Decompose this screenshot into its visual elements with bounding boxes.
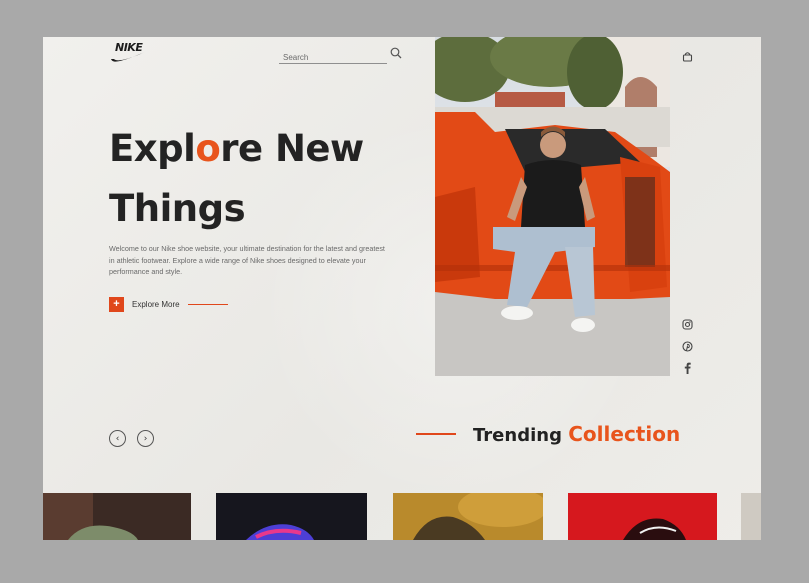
nike-logo[interactable]: NIKE bbox=[109, 41, 149, 64]
product-card-3[interactable] bbox=[393, 493, 543, 540]
explore-underline bbox=[187, 303, 228, 306]
shoe-image-1 bbox=[43, 493, 191, 540]
product-card-4[interactable] bbox=[568, 493, 717, 540]
search-icon[interactable] bbox=[390, 47, 402, 59]
carousel-next-button[interactable]: › bbox=[137, 430, 154, 447]
carousel-prev-button[interactable]: ‹ bbox=[109, 430, 126, 447]
hero-description: Welcome to our Nike shoe website, your u… bbox=[109, 244, 385, 276]
search-box[interactable] bbox=[279, 47, 387, 64]
instagram-icon[interactable] bbox=[682, 319, 693, 330]
side-icon-column bbox=[670, 37, 706, 540]
trending-title: Trending Collection bbox=[473, 422, 680, 446]
hero-photo bbox=[435, 37, 670, 376]
trending-title-accent: Collection bbox=[568, 422, 681, 446]
product-card-1[interactable] bbox=[43, 493, 191, 540]
bag-icon[interactable] bbox=[682, 51, 693, 62]
website-screen: NIKE Explore New Things Welcome to our N… bbox=[43, 37, 761, 540]
plus-icon: + bbox=[109, 297, 124, 312]
facebook-icon[interactable] bbox=[683, 362, 692, 374]
explore-more-button[interactable]: + Explore More bbox=[109, 297, 228, 312]
shoe-image-4 bbox=[568, 493, 717, 540]
hero-title: Explore New Things bbox=[109, 119, 364, 239]
trending-accent-line bbox=[416, 433, 456, 435]
hero-title-part1: Expl bbox=[109, 127, 196, 170]
hero-title-line2: Things bbox=[109, 187, 246, 230]
shoe-image-2 bbox=[216, 493, 367, 540]
search-input[interactable] bbox=[279, 53, 383, 62]
chevron-right-icon: › bbox=[143, 433, 148, 444]
shoe-image-3 bbox=[393, 493, 543, 540]
explore-more-label: Explore More bbox=[132, 300, 180, 309]
pinterest-icon[interactable] bbox=[682, 341, 693, 352]
hero-title-part2: re New bbox=[220, 127, 364, 170]
product-card-2[interactable] bbox=[216, 493, 367, 540]
product-card-5-partial[interactable] bbox=[741, 493, 761, 540]
hero-title-accent: o bbox=[195, 127, 221, 170]
swoosh-icon bbox=[111, 52, 145, 62]
trending-title-plain: Trending bbox=[473, 425, 562, 446]
chevron-left-icon: ‹ bbox=[115, 433, 120, 444]
